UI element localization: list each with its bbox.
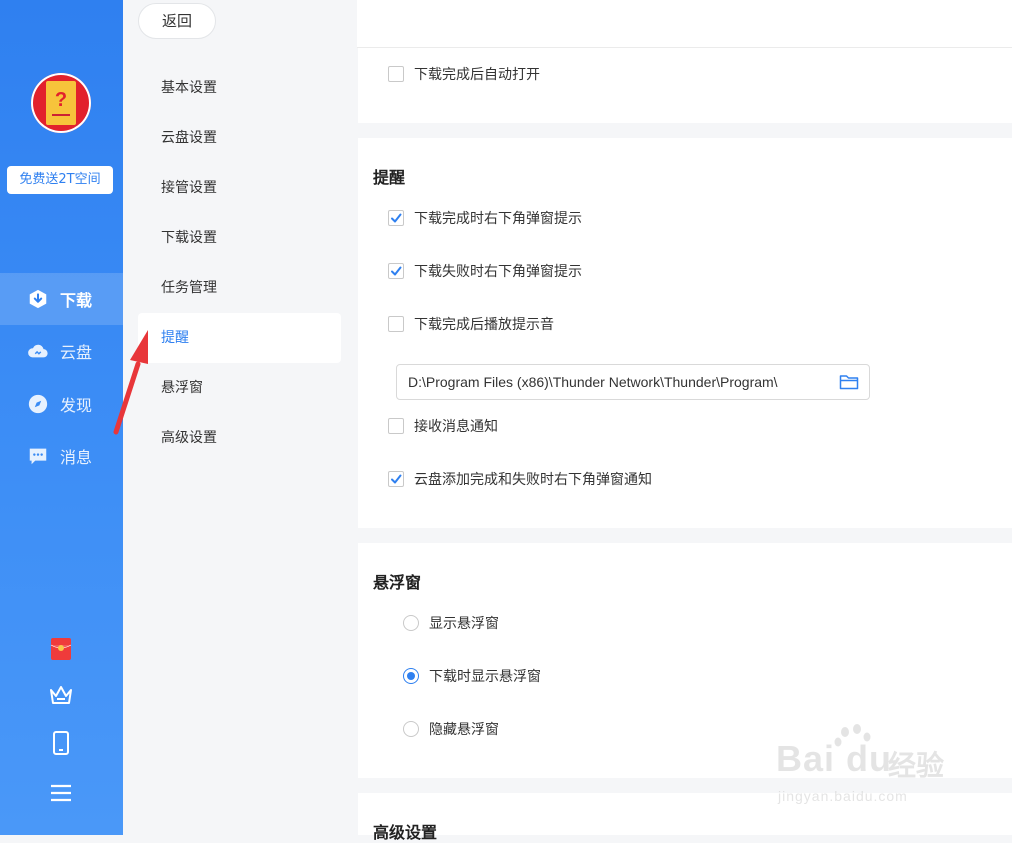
nav-label: 下载 [60,291,93,310]
check-icon [391,474,402,484]
watermark-url: jingyan.baidu.com [778,788,908,804]
menu-label: 悬浮窗 [161,380,203,396]
compass-icon [28,394,48,414]
checkbox[interactable] [388,316,404,332]
fail-popup-option[interactable]: 下载失败时右下角弹窗提示 [388,261,582,281]
show-floating-when-downloading-option[interactable]: 下载时显示悬浮窗 [403,666,541,686]
option-label: 云盘添加完成和失败时右下角弹窗通知 [414,472,652,488]
show-floating-option[interactable]: 显示悬浮窗 [403,613,499,633]
option-label: 隐藏悬浮窗 [429,722,499,738]
menu-icon[interactable] [48,780,74,806]
nav-item-cloud[interactable]: 云盘 [0,325,123,377]
menu-item-advanced[interactable]: 高级设置 [138,413,341,463]
receive-notifications-option[interactable]: 接收消息通知 [388,416,498,436]
checkbox[interactable] [388,418,404,434]
menu-item-cloud[interactable]: 云盘设置 [138,113,341,163]
option-label: 下载失败时右下角弹窗提示 [414,264,582,280]
auto-open-option[interactable]: 下载完成后自动打开 [388,64,540,84]
radio[interactable] [403,721,419,737]
option-label: 下载完成时右下角弹窗提示 [414,211,582,227]
download-icon [29,289,47,309]
baidu-watermark: Bai du 经验 jingyan.baidu.com [776,722,986,812]
avatar[interactable]: ? [31,73,91,133]
menu-item-floating[interactable]: 悬浮窗 [138,363,341,413]
section-title-advanced: 高级设置 [373,823,438,842]
menu-label: 接管设置 [161,180,217,196]
checkbox[interactable] [388,66,404,82]
nav-item-download[interactable]: 下载 [0,273,123,325]
crown-icon[interactable] [48,682,74,708]
nav-item-discover[interactable]: 发现 [0,378,123,430]
play-sound-option[interactable]: 下载完成后播放提示音 [388,314,554,334]
app-sidebar: ? 免费送2T空间 下载 云盘 发现 消息 [0,0,123,835]
radio[interactable] [403,615,419,631]
back-button[interactable]: 返回 [138,3,216,39]
complete-popup-option[interactable]: 下载完成时右下角弹窗提示 [388,208,582,228]
menu-label: 任务管理 [161,280,217,296]
option-label: 接收消息通知 [414,419,498,435]
watermark-cn: 经验 [888,749,945,782]
menu-item-takeover[interactable]: 接管设置 [138,163,341,213]
content-header [357,0,1012,48]
section-title-reminder: 提醒 [373,168,406,187]
menu-item-download[interactable]: 下载设置 [138,213,341,263]
cloud-icon [28,344,48,358]
nav-item-messages[interactable]: 消息 [0,430,123,482]
menu-item-basic[interactable]: 基本设置 [138,63,341,113]
menu-label: 基本设置 [161,80,217,96]
nav-label: 消息 [60,448,93,467]
menu-label: 下载设置 [161,230,217,246]
menu-label: 云盘设置 [161,130,217,146]
option-label: 下载完成后自动打开 [414,67,540,83]
cloud-popup-option[interactable]: 云盘添加完成和失败时右下角弹窗通知 [388,469,652,489]
avatar-image: ? [46,81,76,125]
check-icon [391,213,402,223]
watermark-text: Bai du [776,738,893,779]
sound-path-text: D:\Program Files (x86)\Thunder Network\T… [408,374,778,390]
option-label: 显示悬浮窗 [429,616,499,632]
folder-icon[interactable] [839,374,859,390]
menu-label: 提醒 [161,330,189,346]
message-icon [29,448,47,465]
menu-item-tasks[interactable]: 任务管理 [138,263,341,313]
red-envelope-icon[interactable] [48,636,74,662]
reminder-card: 提醒 下载完成时右下角弹窗提示 下载失败时右下角弹窗提示 下载完成后播放提示音 … [358,138,1012,528]
menu-item-reminder[interactable]: 提醒 [138,313,341,363]
download-options-card: 下载完成后自动打开 [358,48,1012,123]
option-label: 下载完成后播放提示音 [414,317,554,333]
phone-icon[interactable] [48,730,74,756]
menu-label: 高级设置 [161,430,217,446]
radio-selected[interactable] [403,668,419,684]
hide-floating-option[interactable]: 隐藏悬浮窗 [403,719,499,739]
option-label: 下载时显示悬浮窗 [429,669,541,685]
section-title-floating: 悬浮窗 [373,573,422,592]
checkbox-checked[interactable] [388,263,404,279]
checkbox-checked[interactable] [388,210,404,226]
nav-label: 云盘 [60,343,93,362]
sound-path-input[interactable]: D:\Program Files (x86)\Thunder Network\T… [396,364,870,400]
checkbox-checked[interactable] [388,471,404,487]
promo-button[interactable]: 免费送2T空间 [7,166,113,194]
check-icon [391,266,402,276]
nav-label: 发现 [60,396,93,415]
